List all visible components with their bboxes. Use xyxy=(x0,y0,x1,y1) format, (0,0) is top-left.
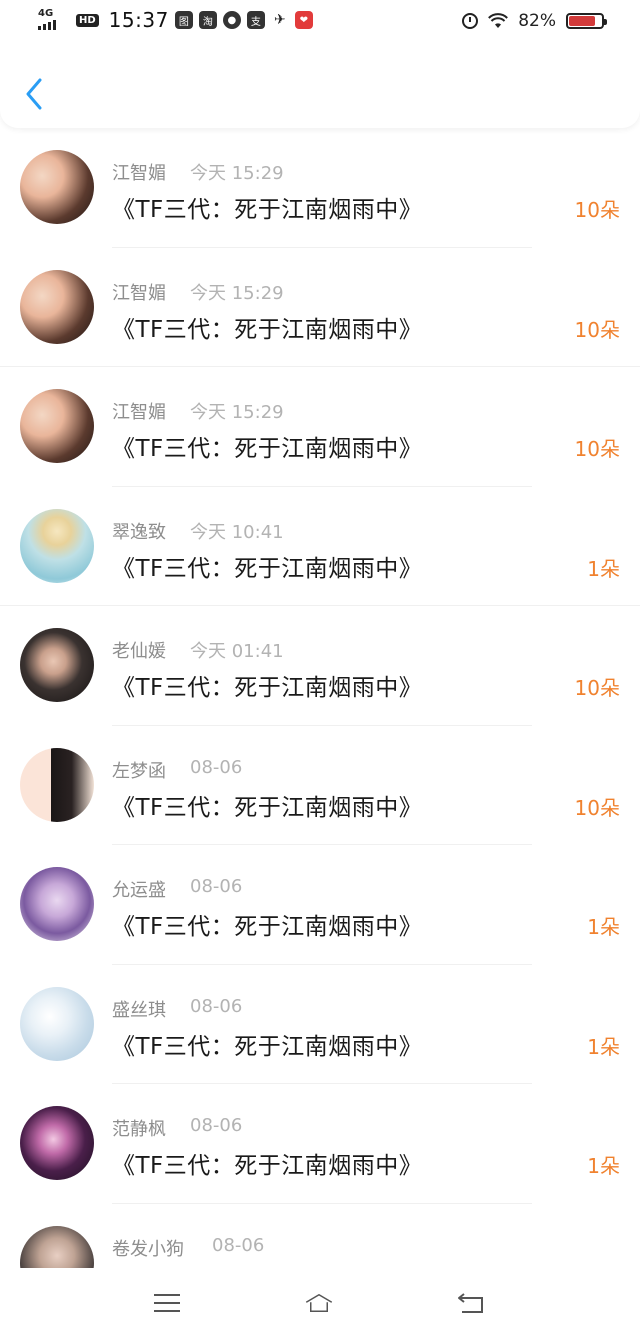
back-nav-button[interactable] xyxy=(456,1288,486,1318)
battery-percent: 82% xyxy=(518,11,556,31)
plane-app-icon: ✈ xyxy=(273,12,286,28)
user-name: 卷发小狗 xyxy=(112,1238,184,1260)
avatar xyxy=(20,867,94,941)
status-time: 15:37 xyxy=(108,8,169,32)
avatar xyxy=(20,150,94,224)
send-time: 今天 15:29 xyxy=(190,402,284,423)
network-type: 4G xyxy=(38,8,54,19)
taobao-app-icon: 淘 xyxy=(198,11,217,29)
work-title: 《TF三代：死于江南烟雨中》 xyxy=(112,555,423,582)
work-title: 《TF三代：死于江南烟雨中》 xyxy=(112,794,423,821)
flower-count: 1朵 xyxy=(587,1034,620,1059)
status-bar: 4G HD 15:37 图 淘 ● 支 ✈ ❤ 82% xyxy=(0,0,640,44)
alipay-app-icon: 支 xyxy=(246,11,265,29)
user-name: 江智媚 xyxy=(112,402,166,423)
work-title: 《TF三代：死于江南烟雨中》 xyxy=(112,1033,423,1060)
avatar xyxy=(20,269,94,344)
alarm-icon xyxy=(462,13,479,29)
send-time: 08-06 xyxy=(190,876,243,897)
send-time: 08-06 xyxy=(190,995,243,1017)
work-title: 《TF三代：死于江南烟雨中》 xyxy=(112,1153,423,1179)
work-title: 《TF三代：死于江南烟雨中》 xyxy=(112,914,423,940)
system-nav-bar xyxy=(0,1268,640,1337)
avatar xyxy=(20,1106,94,1180)
list-item[interactable]: 左梦函 08-06 《TF三代：死于江南烟雨中》 10朵 xyxy=(0,726,640,845)
menu-button[interactable] xyxy=(152,1288,182,1318)
menu-icon xyxy=(154,1293,180,1312)
send-time: 08-06 xyxy=(190,1115,243,1136)
avatar xyxy=(20,389,94,463)
send-time: 08-06 xyxy=(212,1234,265,1256)
flower-count: 10朵 xyxy=(574,676,620,700)
list-item[interactable]: 老仙媛 今天 01:41 《TF三代：死于江南烟雨中》 10朵 xyxy=(0,606,640,726)
flower-count: 10朵 xyxy=(574,795,620,820)
user-name: 范静枫 xyxy=(112,1119,166,1140)
user-name: 翠逸致 xyxy=(112,521,166,543)
send-time: 08-06 xyxy=(190,756,243,778)
list-item[interactable]: 盛丝琪 08-06 《TF三代：死于江南烟雨中》 1朵 xyxy=(0,965,640,1084)
list-item[interactable]: 范静枫 08-06 《TF三代：死于江南烟雨中》 1朵 xyxy=(0,1084,640,1204)
flower-count: 10朵 xyxy=(574,437,620,461)
avatar xyxy=(20,747,94,822)
flower-count: 10朵 xyxy=(574,198,620,222)
send-time: 今天 15:29 xyxy=(190,282,284,304)
gallery-app-icon: 图 xyxy=(174,11,193,29)
user-name: 左梦函 xyxy=(112,760,166,782)
send-time: 今天 10:41 xyxy=(190,521,284,543)
avatar xyxy=(20,1225,94,1268)
work-title: 《TF三代：死于江南烟雨中》 xyxy=(112,197,423,223)
heart-app-icon: ❤ xyxy=(294,11,313,29)
list-item[interactable]: 江智媚 今天 15:29 《TF三代：死于江南烟雨中》 10朵 xyxy=(0,128,640,248)
send-time: 今天 15:29 xyxy=(190,163,284,184)
send-time: 今天 01:41 xyxy=(190,641,284,662)
back-nav-icon xyxy=(458,1292,483,1313)
user-name: 老仙媛 xyxy=(112,641,166,662)
avatar xyxy=(20,508,94,583)
gift-record-list: 江智媚 今天 15:29 《TF三代：死于江南烟雨中》 10朵 江智媚 今天 1… xyxy=(0,128,640,1268)
list-item[interactable]: 翠逸致 今天 10:41 《TF三代：死于江南烟雨中》 1朵 xyxy=(0,487,640,606)
battery-icon xyxy=(566,13,607,29)
avatar xyxy=(20,986,94,1061)
flower-count: 1朵 xyxy=(587,556,620,581)
work-title: 《TF三代：死于江南烟雨中》 xyxy=(112,316,423,343)
flower-count: 1朵 xyxy=(587,1154,620,1178)
top-bar: 4G HD 15:37 图 淘 ● 支 ✈ ❤ 82% xyxy=(0,0,640,128)
flower-count: 10朵 xyxy=(574,317,620,342)
user-name: 允运盛 xyxy=(112,880,166,901)
list-item[interactable]: 江智媚 今天 15:29 《TF三代：死于江南烟雨中》 10朵 xyxy=(0,248,640,367)
chevron-left-icon xyxy=(26,78,42,110)
wifi-icon xyxy=(488,13,509,28)
list-item[interactable]: 允运盛 08-06 《TF三代：死于江南烟雨中》 1朵 xyxy=(0,845,640,965)
hd-badge: HD xyxy=(76,13,99,27)
list-item[interactable]: 江智媚 今天 15:29 《TF三代：死于江南烟雨中》 10朵 xyxy=(0,367,640,487)
home-icon xyxy=(305,1293,333,1312)
avatar xyxy=(20,628,94,702)
back-button[interactable] xyxy=(22,76,46,112)
work-title: 《TF三代：死于江南烟雨中》 xyxy=(112,675,423,701)
work-title: 《TF三代：死于江南烟雨中》 xyxy=(112,436,423,462)
message-app-icon: ● xyxy=(222,11,241,29)
flower-count: 1朵 xyxy=(587,915,620,939)
user-name: 盛丝琪 xyxy=(112,999,166,1021)
user-name: 江智媚 xyxy=(112,282,166,304)
home-button[interactable] xyxy=(304,1288,334,1318)
list-item[interactable]: 卷发小狗 08-06 xyxy=(0,1204,640,1268)
signal-icon: 4G xyxy=(36,8,70,32)
user-name: 江智媚 xyxy=(112,163,166,184)
